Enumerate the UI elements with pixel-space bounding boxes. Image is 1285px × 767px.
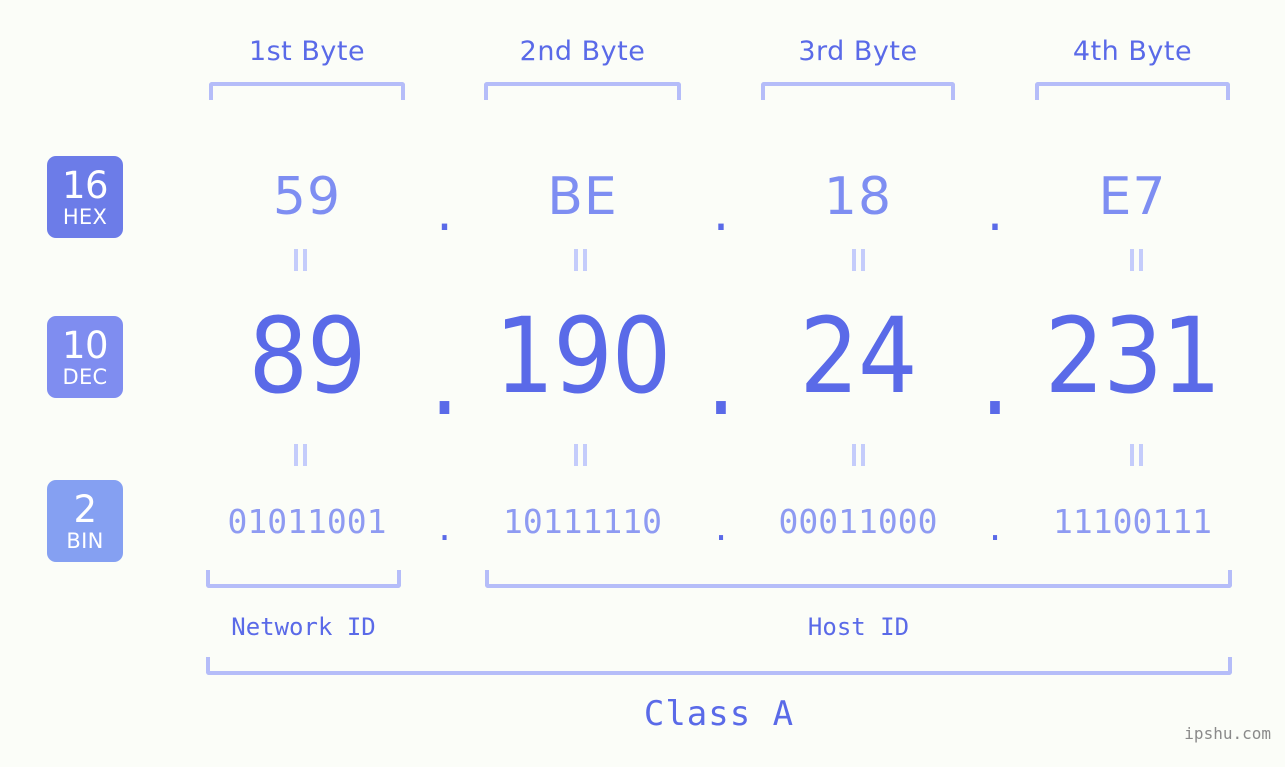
ip-address-breakdown-diagram: 1st Byte 2nd Byte 3rd Byte 4th Byte 16 H… <box>0 0 1285 767</box>
class-bracket <box>206 657 1232 675</box>
hex-byte-2: BE <box>547 167 618 227</box>
bin-value-row: 01011001 . 10111110 . 00011000 . 1110011… <box>150 493 1285 549</box>
bin-byte-2: 10111110 <box>503 501 662 541</box>
hex-value-row: 59 . BE . 18 . E7 <box>150 152 1285 243</box>
bin-byte-4: 11100111 <box>1053 501 1212 541</box>
hex-separator-3: . <box>986 183 1004 243</box>
hex-byte-3: 18 <box>823 167 893 227</box>
base-badge-bin: 2 BIN <box>47 480 123 562</box>
dec-separator-2: . <box>706 317 736 439</box>
byte-header-label-4: 4th Byte <box>1072 36 1193 67</box>
bin-separator-1: . <box>434 508 455 548</box>
base-badge-bin-name: BIN <box>66 528 104 553</box>
base-badge-dec: 10 DEC <box>47 316 123 398</box>
equals-mark-hex-dec-1 <box>293 249 309 271</box>
byte-bracket-4 <box>1035 82 1230 100</box>
hex-separator-1: . <box>436 183 453 243</box>
dec-separator-3: . <box>980 317 1010 439</box>
bin-separator-3: . <box>985 508 1005 548</box>
host-id-bracket <box>485 570 1232 588</box>
base-badge-hex-name: HEX <box>62 204 108 229</box>
equals-mark-hex-dec-4 <box>1129 249 1145 271</box>
dec-byte-3: 24 <box>799 295 917 417</box>
base-badge-dec-name: DEC <box>62 364 108 389</box>
base-badge-bin-number: 2 <box>73 487 97 531</box>
class-label: Class A <box>643 694 795 734</box>
base-badge-dec-number: 10 <box>61 323 109 367</box>
bin-byte-3: 00011000 <box>778 501 938 541</box>
network-id-label: Network ID <box>231 613 376 641</box>
base-badge-hex: 16 HEX <box>47 156 123 238</box>
base-badge-hex-number: 16 <box>61 163 109 207</box>
bin-byte-1: 01011001 <box>227 501 387 541</box>
equals-mark-hex-dec-3 <box>851 249 867 271</box>
hex-separator-2: . <box>712 183 730 243</box>
equals-mark-dec-bin-4 <box>1129 444 1145 466</box>
equals-mark-dec-bin-2 <box>573 444 589 466</box>
byte-header-label-1: 1st Byte <box>248 36 366 67</box>
hex-byte-1: 59 <box>272 167 342 227</box>
byte-bracket-1 <box>209 82 405 100</box>
equals-mark-hex-dec-2 <box>573 249 589 271</box>
byte-header-label-3: 3rd Byte <box>798 36 918 67</box>
byte-header-label-2: 2nd Byte <box>519 36 646 67</box>
byte-bracket-2 <box>484 82 681 100</box>
bin-separator-2: . <box>711 508 731 548</box>
equals-mark-dec-bin-3 <box>851 444 867 466</box>
hex-byte-4: E7 <box>1098 167 1167 227</box>
site-watermark: ipshu.com <box>1184 724 1271 743</box>
dec-byte-2: 190 <box>494 295 672 417</box>
host-id-label: Host ID <box>807 613 910 641</box>
dec-separator-1: . <box>429 317 460 439</box>
byte-bracket-3 <box>761 82 955 100</box>
network-id-bracket <box>206 570 401 588</box>
dec-value-row: 89 . 190 . 24 . 231 <box>150 295 1285 439</box>
dec-byte-1: 89 <box>248 295 366 417</box>
equals-mark-dec-bin-1 <box>293 444 309 466</box>
dec-byte-4: 231 <box>1044 295 1222 417</box>
